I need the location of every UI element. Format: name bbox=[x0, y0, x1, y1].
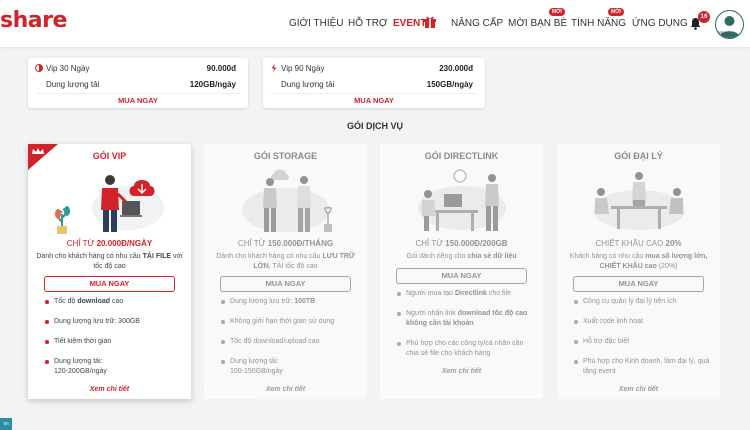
view-details-link[interactable]: Xem chi tiết bbox=[557, 386, 720, 393]
view-details-link[interactable]: Xem chi tiết bbox=[380, 368, 543, 375]
plan-title: GÓI DIRECTLINK bbox=[424, 151, 499, 161]
plan-price: CHỈ TỪ 150.000Đ/THÁNG bbox=[237, 239, 334, 248]
buy-now-button[interactable]: MUA NGAY bbox=[36, 93, 240, 106]
plan-price: CHIẾT KHẤU CAO 20% bbox=[595, 239, 682, 248]
package-price: 90.000đ bbox=[206, 64, 236, 73]
nav-tinh-nang[interactable]: TÍNH NĂNG MỚI bbox=[571, 8, 626, 29]
feature-item: Dung lượng tải: 120-200GB/ngày bbox=[28, 357, 191, 377]
nav-ho-tro[interactable]: HỖ TRỢ bbox=[348, 18, 388, 29]
feature-item: Tốc độ download/upload cao bbox=[204, 337, 367, 347]
nav-ung-dung[interactable]: ỨNG DỤNG bbox=[632, 18, 688, 29]
plan-title: GÓI VIP bbox=[92, 151, 127, 161]
quota-value: 150GB/ngày bbox=[426, 80, 473, 89]
feature-item: Phù hợp cho các công ty/cá nhân cần chia… bbox=[380, 339, 543, 359]
section-title: GÓI DỊCH VỤ bbox=[346, 121, 403, 131]
lightning-icon bbox=[271, 64, 277, 72]
language-tag[interactable]: vn bbox=[0, 418, 12, 430]
plan-card-directlink: GÓI DIRECTLINK CHỈ TỪ 150.000Đ/200GB Gói… bbox=[380, 144, 543, 399]
notification-count-badge: 16 bbox=[698, 11, 710, 23]
plan-description: Dành cho khách hàng có nhu cầu LƯU TRỮ L… bbox=[216, 253, 355, 270]
package-price: 230.000đ bbox=[439, 64, 473, 73]
plan-card-vip: GÓI VIP CHỈ TỪ 20.000Đ/NGÀY Dành cho khá… bbox=[28, 144, 191, 399]
nav-nang-cap[interactable]: NÂNG CẤP bbox=[451, 18, 503, 29]
vip-illustration-icon bbox=[55, 175, 164, 234]
feature-item: Hỗ trợ đặc biệt bbox=[557, 337, 720, 347]
directlink-illustration-icon bbox=[418, 169, 506, 231]
plan-card-agency: GÓI ĐẠI LÝ CHIẾT KHẤU CAO 20% Khách hàng… bbox=[557, 144, 720, 399]
quota-label: Dung lượng tải bbox=[46, 80, 100, 89]
feature-list: Dung lượng lưu trữ: 100TB Không giới hạn… bbox=[204, 297, 367, 393]
nav-tinh-nang-label: TÍNH NĂNG bbox=[571, 18, 626, 29]
package-name: Vip 30 Ngày bbox=[46, 64, 90, 73]
package-name: Vip 90 Ngày bbox=[281, 64, 325, 73]
buy-now-button[interactable]: MUA NGAY bbox=[396, 268, 527, 284]
gift-icon[interactable] bbox=[423, 15, 437, 28]
avatar-label: Member bbox=[718, 30, 735, 35]
view-details-link[interactable]: Xem chi tiết bbox=[204, 386, 367, 393]
feature-list: Tốc độ download cao Dung lượng lưu trữ: … bbox=[28, 297, 191, 393]
site-logo[interactable]: share bbox=[0, 8, 67, 33]
buy-now-button[interactable]: MUA NGAY bbox=[220, 276, 351, 292]
feature-item: Xuất code linh hoạt bbox=[557, 317, 720, 327]
new-badge: MỚI bbox=[608, 8, 624, 16]
plan-price: CHỈ TỪ 150.000Đ/200GB bbox=[415, 239, 508, 248]
nav-moi-ban-be-label: MỜI BẠN BÈ bbox=[508, 18, 568, 29]
quota-label: Dung lượng tải bbox=[281, 80, 335, 89]
top-header: share GIỚI THIỆU HỖ TRỢ EVENT NÂNG CẤP M… bbox=[0, 0, 750, 47]
plan-price: CHỈ TỪ 20.000Đ/NGÀY bbox=[66, 239, 153, 248]
feature-item: Tiết kiệm thời gian bbox=[28, 337, 191, 347]
view-details-link[interactable]: Xem chi tiết bbox=[28, 386, 191, 393]
feature-item: Không giới hạn thời gian sử dụng bbox=[204, 317, 367, 327]
price-box-vip90: Vip 90 Ngày 230.000đ Dung lượng tải 150G… bbox=[263, 58, 485, 108]
nav-moi-ban-be[interactable]: MỜI BẠN BÈ MỚI bbox=[508, 8, 568, 29]
feature-item: Công cụ quản lý đại lý tiện ích bbox=[557, 297, 720, 307]
feature-item: Dung lượng lưu trữ: 100TB bbox=[204, 297, 367, 307]
plan-title: GÓI ĐẠI LÝ bbox=[614, 151, 663, 161]
plan-description: Gói dành riêng cho chia sẻ dữ liệu bbox=[406, 253, 517, 260]
buy-now-button[interactable]: MUA NGAY bbox=[573, 276, 704, 292]
feature-item: Dung lượng lưu trữ: 300GB bbox=[28, 317, 191, 327]
buy-now-button[interactable]: MUA NGAY bbox=[271, 93, 477, 106]
plan-description: Khách hàng có nhu cầu mua số lượng lớn, … bbox=[569, 253, 708, 270]
feature-item: Người nhận link download tốc độ cao khôn… bbox=[380, 309, 543, 329]
new-badge: MỚI bbox=[549, 8, 565, 16]
vip-badge-icon bbox=[35, 64, 43, 72]
storage-illustration-icon bbox=[242, 169, 332, 232]
plan-description: Dành cho khách hàng có nhu cầu TẢI FILE … bbox=[36, 253, 183, 270]
feature-list: Người mua tạo Directlink cho file Người … bbox=[380, 289, 543, 375]
feature-item: Dung lượng tải: 100-150GB/ngày bbox=[204, 357, 367, 377]
nav-event[interactable]: EVENT bbox=[393, 18, 426, 29]
plan-title: GÓI STORAGE bbox=[253, 151, 318, 161]
plan-card-storage: GÓI STORAGE CHỈ TỪ 150.000Đ/THÁNG Dành c… bbox=[204, 144, 367, 399]
feature-item: Người mua tạo Directlink cho file bbox=[380, 289, 543, 299]
feature-item: Phù hợp cho Kinh doanh, làm đại lý, quà … bbox=[557, 357, 720, 377]
feature-item: Tốc độ download cao bbox=[28, 297, 191, 307]
feature-list: Công cụ quản lý đại lý tiện ích Xuất cod… bbox=[557, 297, 720, 393]
price-box-vip30: Vip 30 Ngày 90.000đ Dung lượng tải 120GB… bbox=[28, 58, 248, 108]
buy-now-button[interactable]: MUA NGAY bbox=[44, 276, 175, 292]
quota-value: 120GB/ngày bbox=[189, 80, 236, 89]
nav-gioi-thieu[interactable]: GIỚI THIỆU bbox=[289, 18, 344, 29]
agency-illustration-icon bbox=[593, 172, 685, 230]
